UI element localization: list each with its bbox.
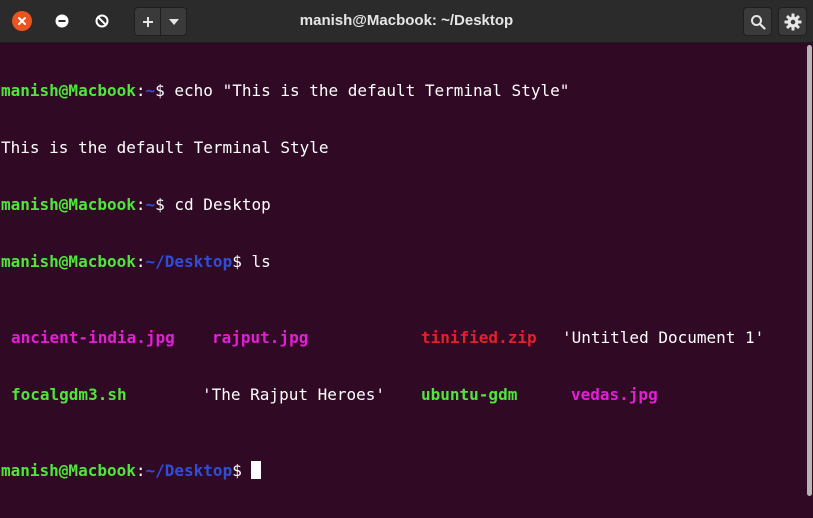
ls-file-image: rajput.jpg (212, 328, 309, 347)
maximize-icon (95, 14, 109, 28)
maximize-button[interactable] (92, 11, 112, 31)
window-title: manish@Macbook: ~/Desktop (299, 12, 514, 29)
new-tab-group (134, 7, 187, 36)
prompt-path: ~/Desktop (145, 252, 233, 271)
command-text: cd Desktop (174, 195, 271, 214)
scrollbar-thumb[interactable] (807, 45, 812, 496)
prompt-user-host: manish@Macbook (1, 81, 136, 100)
prompt-path: ~/Desktop (145, 461, 233, 480)
prompt-separator: : (135, 81, 146, 100)
prompt-user-host: manish@Macbook (1, 461, 136, 480)
close-button[interactable] (12, 11, 32, 31)
prompt-user-host: manish@Macbook (1, 252, 136, 271)
prompt-symbol: $ (155, 195, 175, 214)
plus-icon (142, 16, 153, 27)
prompt-separator: : (135, 195, 146, 214)
gear-icon (784, 13, 801, 30)
tab-menu-button[interactable] (160, 8, 186, 35)
prompt-symbol: $ (232, 252, 252, 271)
terminal-line: This is the default Terminal Style (1, 138, 806, 157)
scrollbar[interactable] (806, 43, 813, 498)
ls-file-image: vedas.jpg (571, 385, 658, 404)
command-output: This is the default Terminal Style (1, 138, 329, 157)
terminal-line: manish@Macbook:~$ echo "This is the defa… (1, 81, 806, 100)
prompt-user-host: manish@Macbook (1, 195, 136, 214)
command-text: echo "This is the default Terminal Style… (174, 81, 570, 100)
menu-button[interactable] (778, 7, 807, 36)
terminal-window: manish@Macbook: ~/Desktop manish@Macbook… (0, 0, 813, 498)
ls-file-executable: ubuntu-gdm (421, 385, 518, 404)
text-cursor (250, 461, 261, 479)
search-icon (750, 14, 766, 30)
ls-file-archive: tinified.zip (421, 328, 537, 347)
terminal-line: manish@Macbook:~/Desktop$ ls (1, 252, 806, 271)
command-text: ls (251, 252, 271, 271)
terminal-line-current: manish@Macbook:~/Desktop$ (1, 461, 806, 480)
terminal-output[interactable]: manish@Macbook:~$ echo "This is the defa… (0, 43, 806, 498)
minimize-icon (55, 14, 69, 28)
prompt-path: ~ (145, 81, 156, 100)
prompt-separator: : (135, 461, 146, 480)
ls-file-document: 'Untitled Document 1' (562, 328, 765, 347)
terminal-line: manish@Macbook:~$ cd Desktop (1, 195, 806, 214)
chevron-down-icon (168, 18, 179, 25)
close-icon (18, 17, 26, 25)
minimize-button[interactable] (52, 11, 72, 31)
ls-file-executable: focalgdm3.sh (11, 385, 127, 404)
prompt-symbol: $ (155, 81, 175, 100)
ls-file-image: ancient-india.jpg (11, 328, 175, 347)
title-bar: manish@Macbook: ~/Desktop (0, 0, 813, 43)
ls-output-row: focalgdm3.sh 'The Rajput Heroes' ubuntu-… (1, 385, 806, 404)
new-tab-button[interactable] (135, 8, 160, 35)
prompt-separator: : (135, 252, 146, 271)
search-button[interactable] (743, 7, 772, 36)
ls-output-row: ancient-india.jpg rajput.jpg tinified.zi… (1, 328, 806, 347)
prompt-symbol: $ (232, 461, 242, 480)
ls-folder: 'The Rajput Heroes' (202, 385, 386, 404)
prompt-path: ~ (145, 195, 156, 214)
